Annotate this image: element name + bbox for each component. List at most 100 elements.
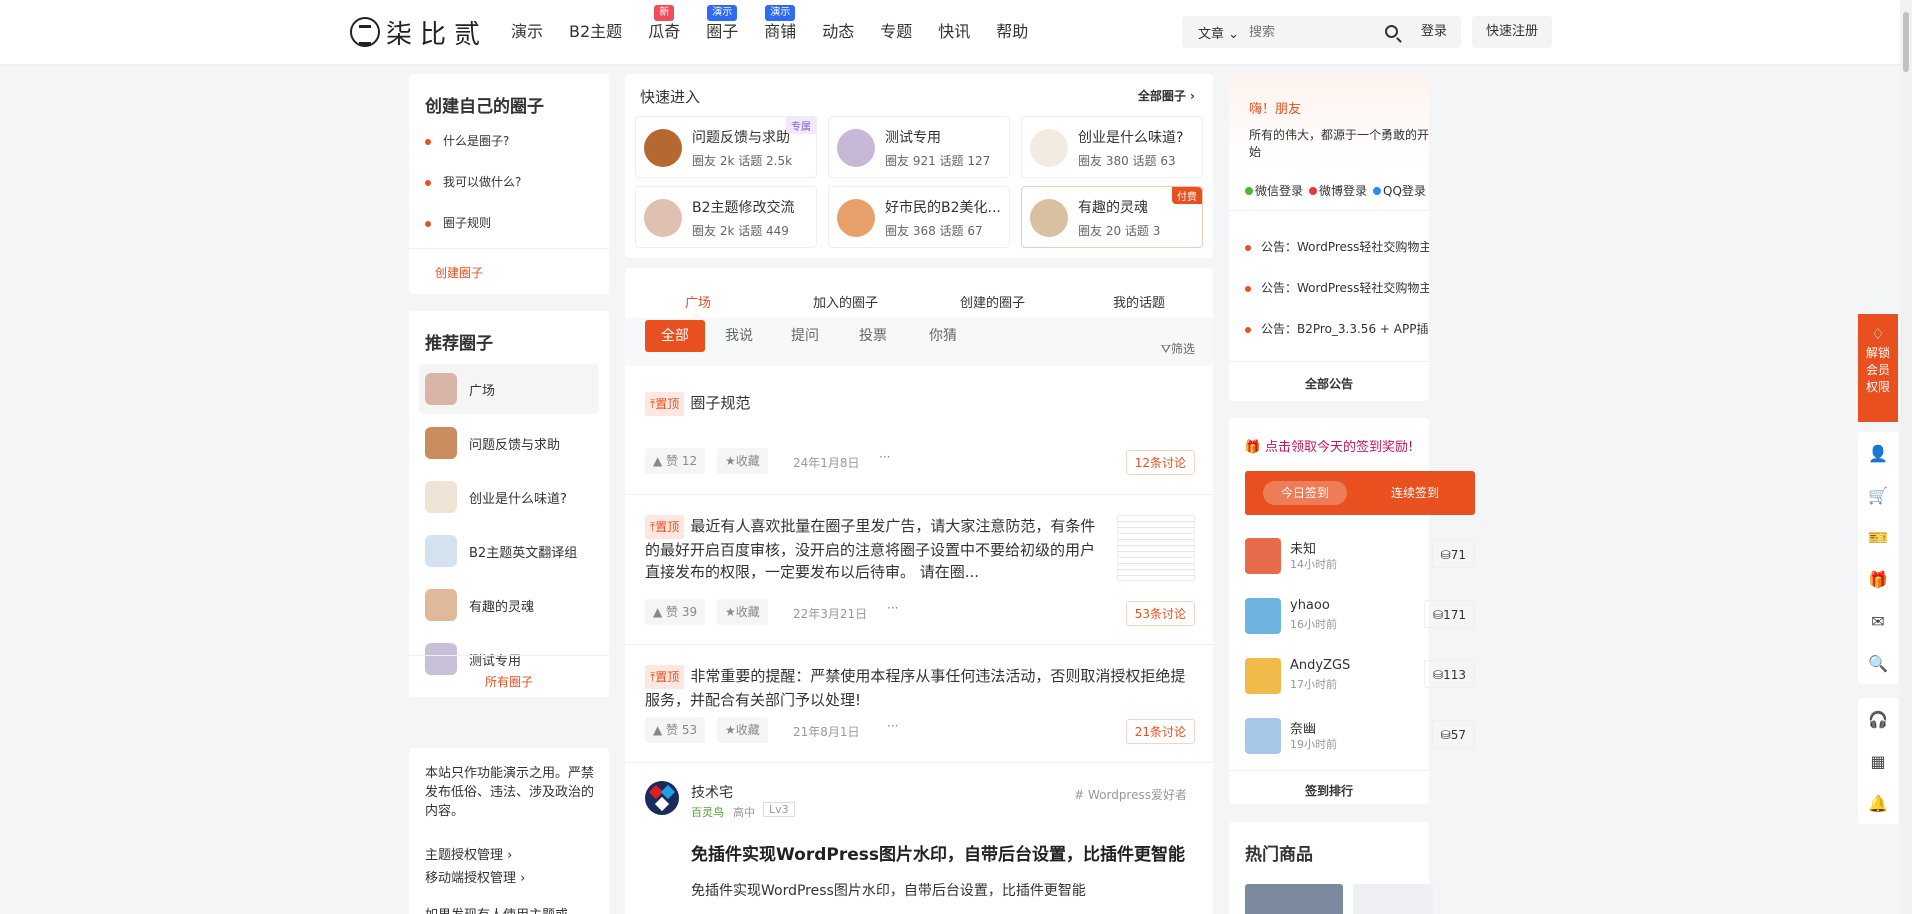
article-excerpt: 免插件实现WordPress图片水印，自带后台设置，比插件更智能 bbox=[691, 883, 1086, 899]
favorite-button[interactable]: ★收藏 bbox=[717, 717, 768, 743]
user-icon[interactable]: 👤 bbox=[1858, 432, 1898, 474]
author-avatar[interactable] bbox=[645, 781, 679, 815]
signer-time: 16小时前 bbox=[1290, 618, 1337, 631]
nav-item-5[interactable]: 动态 bbox=[809, 0, 867, 64]
recommend-circle-item[interactable]: 有趣的灵魂 bbox=[419, 580, 599, 630]
social-login-1[interactable]: 微博登录 bbox=[1309, 182, 1367, 199]
filter-chip-3[interactable]: 投票 bbox=[859, 320, 887, 352]
signer-row[interactable]: 奈幽 19小时前 ⛁57 bbox=[1245, 712, 1475, 760]
sign-reward-banner[interactable]: 🎁 点击领取今天的签到奖励! bbox=[1229, 436, 1429, 455]
sign-rank-link[interactable]: 签到排行 bbox=[1229, 782, 1429, 799]
post-thumbnail[interactable] bbox=[1117, 515, 1195, 581]
mobile-license-link[interactable]: 移动端授权管理 › bbox=[425, 867, 525, 886]
quick-entry-item[interactable]: 问题反馈与求助 圈友 2k 话题 2.5k 专属 bbox=[635, 116, 817, 178]
login-button[interactable]: 登录 bbox=[1407, 16, 1462, 48]
nav-item-4[interactable]: 商铺 演示 bbox=[751, 0, 809, 64]
filter-chip-4[interactable]: 你猜 bbox=[929, 320, 957, 352]
social-login-0[interactable]: 微信登录 bbox=[1245, 182, 1303, 199]
filter-chip-0[interactable]: 全部 bbox=[645, 320, 705, 352]
notice-item[interactable]: 公告：WordPress轻社交购物主题... bbox=[1245, 238, 1429, 279]
like-button[interactable]: ▲ 赞 12 bbox=[645, 448, 706, 474]
all-notices-link[interactable]: 全部公告 bbox=[1229, 375, 1429, 392]
ticket-icon[interactable]: 🎫 bbox=[1858, 516, 1898, 558]
headset-icon[interactable]: 🎧 bbox=[1858, 698, 1898, 740]
create-circle-card: 创建自己的圈子 什么是圈子? 我可以做什么? 圈子规则 创建圈子 bbox=[409, 74, 609, 294]
nav-badge: 演示 bbox=[765, 5, 796, 21]
filter-chip-1[interactable]: 我说 bbox=[725, 320, 753, 352]
create-info-link[interactable]: 什么是圈子? bbox=[425, 132, 521, 173]
goods-thumb-2[interactable] bbox=[1353, 884, 1433, 914]
favorite-button[interactable]: ★收藏 bbox=[717, 448, 768, 474]
favorite-button[interactable]: ★收藏 bbox=[717, 599, 768, 625]
all-circles-link[interactable]: 所有圈子 bbox=[409, 673, 609, 690]
qrcode-icon[interactable]: ▦ bbox=[1858, 740, 1898, 782]
search-side-icon[interactable]: 🔍 bbox=[1858, 642, 1898, 684]
bell-icon[interactable]: 🔔 bbox=[1858, 782, 1898, 824]
circle-avatar bbox=[425, 481, 457, 513]
create-info-link[interactable]: 我可以做什么? bbox=[425, 173, 521, 214]
goods-thumb-1[interactable] bbox=[1245, 884, 1343, 914]
article-title[interactable]: 免插件实现WordPress图片水印，自带后台设置，比插件更智能 bbox=[691, 840, 1185, 865]
recommend-circle-item[interactable]: 广场 bbox=[419, 364, 599, 414]
filter-button[interactable]: ⛛筛选 bbox=[1161, 340, 1195, 357]
scrollbar[interactable] bbox=[1900, 0, 1912, 914]
discussion-count[interactable]: 12条讨论 bbox=[1125, 450, 1195, 475]
circle-avatar bbox=[644, 129, 682, 167]
filter-chip-2[interactable]: 提问 bbox=[791, 320, 819, 352]
all-circles-link-top[interactable]: 全部圈子 › bbox=[1138, 87, 1195, 104]
discussion-count[interactable]: 53条讨论 bbox=[1125, 601, 1195, 626]
quick-entry-item[interactable]: B2主题修改交流 圈友 2k 话题 449 bbox=[635, 186, 817, 248]
nav-item-0[interactable]: 演示 bbox=[498, 0, 556, 64]
search-icon[interactable] bbox=[1385, 25, 1398, 38]
feed-tab-0[interactable]: 广场 bbox=[685, 292, 711, 311]
quick-entry-item[interactable]: 好市民的B2美化... 圈友 368 话题 67 bbox=[828, 186, 1010, 248]
feed-post[interactable]: ⤒置顶 非常重要的提醒：严禁使用本程序从事任何违法活动，否则取消授权拒绝提服务，并… bbox=[625, 644, 1213, 762]
quick-entry-item[interactable]: 有趣的灵魂 圈友 20 话题 3 付费 bbox=[1021, 186, 1203, 248]
create-circle-title: 创建自己的圈子 bbox=[425, 97, 544, 117]
quick-entry-item[interactable]: 测试专用 圈友 921 话题 127 bbox=[828, 116, 1010, 178]
site-logo[interactable]: 柒比贰 bbox=[350, 14, 488, 50]
today-sign-button[interactable]: 今日签到 bbox=[1263, 481, 1348, 505]
nav-item-8[interactable]: 帮助 bbox=[983, 0, 1041, 64]
cart-icon[interactable]: 🛒 bbox=[1858, 474, 1898, 516]
like-button[interactable]: ▲ 赞 39 bbox=[645, 599, 706, 625]
vip-unlock-button[interactable]: ♢ 解锁会员权限 bbox=[1858, 314, 1898, 422]
author-name[interactable]: 技术宅 bbox=[691, 782, 733, 802]
gift-box-icon[interactable]: 🎁 bbox=[1858, 558, 1898, 600]
signer-row[interactable]: yhaoo 16小时前 ⛁171 bbox=[1245, 592, 1475, 640]
mail-icon[interactable]: ✉ bbox=[1858, 600, 1898, 642]
more-icon[interactable]: ··· bbox=[887, 719, 898, 733]
feed-post[interactable]: ⤒置顶 圈子规范 ▲ 赞 12 ★收藏 24年1月8日 ··· 12条讨论 bbox=[625, 372, 1213, 494]
nav-item-3[interactable]: 圈子 演示 bbox=[693, 0, 751, 64]
search-scope-select[interactable]: 文章 ⌄ bbox=[1182, 23, 1249, 42]
recommend-title: 推荐圈子 bbox=[425, 334, 493, 354]
recommend-circle-item[interactable]: 创业是什么味道? bbox=[419, 472, 599, 522]
pinned-badge: ⤒置顶 bbox=[645, 392, 685, 416]
like-button[interactable]: ▲ 赞 53 bbox=[645, 717, 706, 743]
nav-item-6[interactable]: 专题 bbox=[867, 0, 925, 64]
social-login-2[interactable]: QQ登录 bbox=[1373, 182, 1426, 199]
feed-tab-1[interactable]: 加入的圈子 bbox=[813, 292, 878, 311]
continuous-sign-button[interactable]: 连续签到 bbox=[1391, 481, 1439, 505]
nav-item-7[interactable]: 快讯 bbox=[925, 0, 983, 64]
search-input[interactable] bbox=[1249, 24, 1370, 40]
topic-tag[interactable]: # Wordpress爱好者 bbox=[1074, 786, 1187, 803]
recommend-circle-item[interactable]: B2主题英文翻译组 bbox=[419, 526, 599, 576]
nav-item-2[interactable]: 瓜奇新 bbox=[635, 0, 693, 64]
more-icon[interactable]: ··· bbox=[879, 450, 890, 464]
feed-post[interactable]: ⤒置顶 最近有人喜欢批量在圈子里发广告，请大家注意防范，有条件的最好开启百度审核，… bbox=[625, 494, 1213, 644]
create-circle-button[interactable]: 创建圈子 bbox=[435, 264, 483, 281]
recommend-circle-item[interactable]: 问题反馈与求助 bbox=[419, 418, 599, 468]
signer-row[interactable]: 未知 14小时前 ⛁71 bbox=[1245, 532, 1475, 580]
notice-item[interactable]: 公告：B2Pro_3.3.56 + APP插件_1.... bbox=[1245, 320, 1429, 361]
signer-row[interactable]: AndyZGS 17小时前 ⛁113 bbox=[1245, 652, 1475, 700]
discussion-count[interactable]: 21条讨论 bbox=[1125, 719, 1195, 744]
theme-license-link[interactable]: 主题授权管理 › bbox=[425, 844, 512, 863]
notice-item[interactable]: 公告：WordPress轻社交购物主题... bbox=[1245, 279, 1429, 320]
register-button[interactable]: 快速注册 bbox=[1472, 16, 1553, 48]
feed-tab-3[interactable]: 我的话题 bbox=[1113, 292, 1165, 311]
feed-tab-2[interactable]: 创建的圈子 bbox=[960, 292, 1025, 311]
more-icon[interactable]: ··· bbox=[887, 601, 898, 615]
quick-entry-item[interactable]: 创业是什么味道? 圈友 380 话题 63 bbox=[1021, 116, 1203, 178]
nav-item-1[interactable]: B2主题 bbox=[556, 0, 635, 64]
